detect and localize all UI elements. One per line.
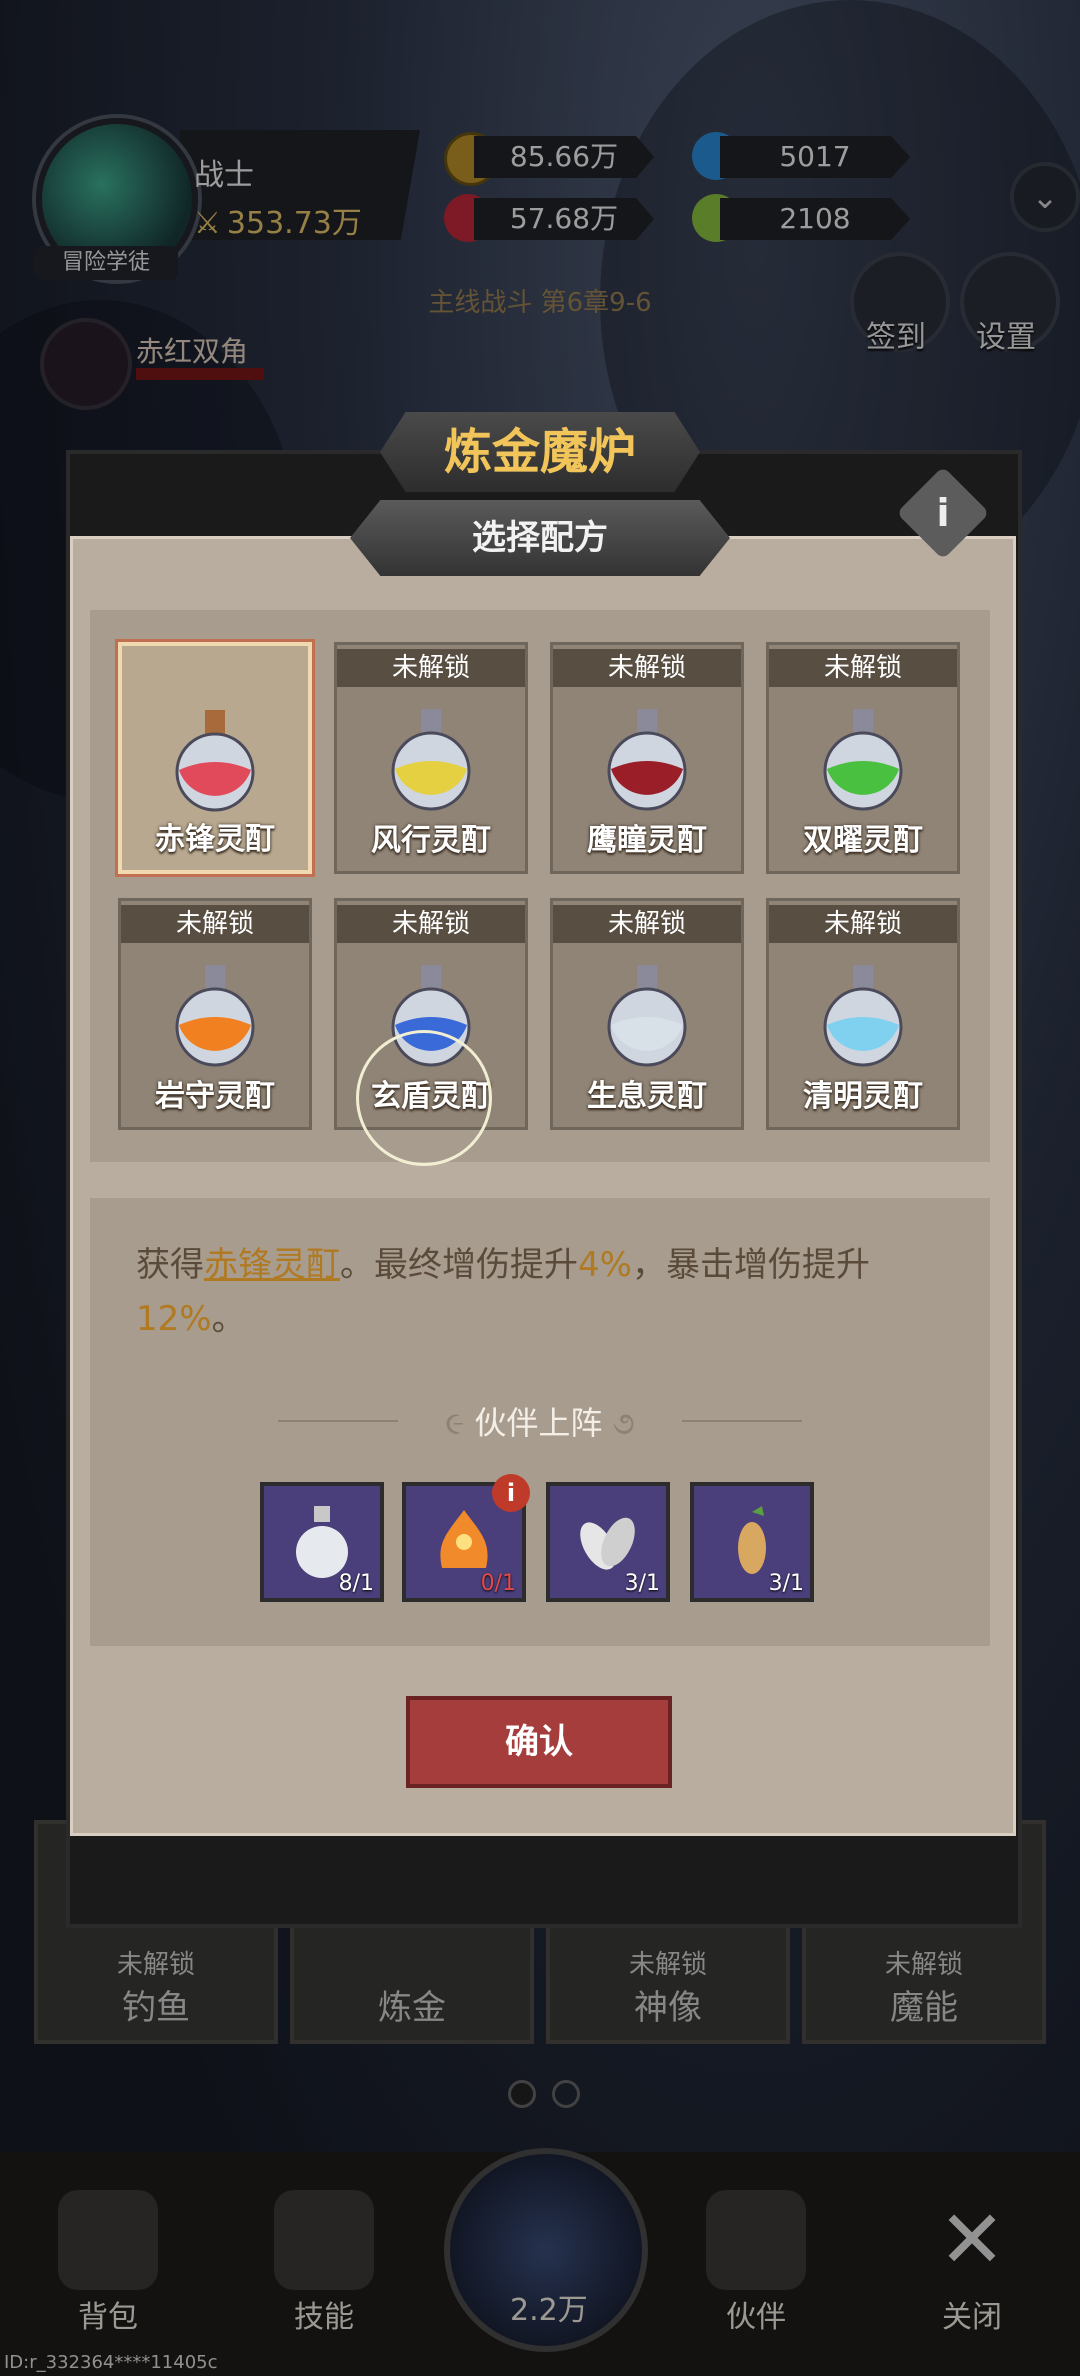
locked-label: 未解锁 — [769, 905, 957, 943]
recipe-name: 生息灵酊 — [587, 1079, 707, 1114]
recipe-name: 鹰瞳灵酊 — [587, 823, 707, 858]
info-button[interactable]: i — [896, 466, 990, 560]
recipe-name: 岩守灵酊 — [155, 1079, 275, 1114]
potion-bottle-icon — [175, 965, 255, 1067]
desc-text: ，暴击增伤提升 — [631, 1245, 870, 1285]
potion-bottle-icon — [391, 709, 471, 811]
recipe-description: 获得赤锋灵酊。最终增伤提升4%，暴击增伤提升 12%。 — [136, 1238, 966, 1346]
leaves-icon — [580, 1517, 635, 1570]
recipe-card[interactable]: 未解锁 岩守灵酊 — [118, 898, 312, 1130]
touch-indicator — [356, 1030, 492, 1166]
confirm-button[interactable]: 确认 — [406, 1696, 672, 1788]
desc-value: 12% — [136, 1299, 212, 1339]
swirl-icon: ૯ — [445, 1404, 475, 1442]
partner-title-text: 伙伴上阵 — [474, 1404, 603, 1442]
material-mandrake-root[interactable]: 3/1 — [690, 1482, 814, 1602]
alert-badge-icon: i — [492, 1474, 530, 1512]
potion-bottle-icon — [823, 709, 903, 811]
modal-title: 炼金魔炉 — [380, 412, 700, 492]
modal-subtitle: 选择配方 — [350, 500, 730, 576]
desc-item-link[interactable]: 赤锋灵酊 — [204, 1245, 340, 1285]
material-count: 3/1 — [624, 1571, 660, 1596]
locked-label: 未解锁 — [337, 905, 525, 943]
recipe-name: 双曜灵酊 — [803, 823, 923, 858]
material-count: 0/1 — [480, 1571, 516, 1596]
locked-label: 未解锁 — [121, 905, 309, 943]
flask-icon — [296, 1506, 348, 1578]
desc-text: 。 — [211, 1299, 246, 1339]
desc-value: 4% — [578, 1245, 632, 1285]
potion-bottle-icon — [607, 965, 687, 1067]
desc-text: 获得 — [136, 1245, 204, 1285]
recipe-card[interactable]: 未解锁 双曜灵酊 — [766, 642, 960, 874]
swirl-icon: ૭ — [602, 1404, 635, 1442]
flame-flower-icon — [440, 1510, 488, 1568]
recipe-card[interactable]: 未解锁 风行灵酊 — [334, 642, 528, 874]
locked-label: 未解锁 — [553, 649, 741, 687]
root-icon — [738, 1506, 766, 1574]
partner-title: ૯ 伙伴上阵 ૭ — [0, 1398, 1080, 1444]
recipe-name: 风行灵酊 — [371, 823, 491, 858]
material-flame-flower[interactable]: 0/1 i — [402, 1474, 530, 1602]
locked-label: 未解锁 — [553, 905, 741, 943]
material-count: 3/1 — [768, 1571, 804, 1596]
recipe-name: 清明灵酊 — [803, 1079, 923, 1114]
potion-bottle-icon — [607, 709, 687, 811]
potion-bottle-icon — [823, 965, 903, 1067]
material-empty-flask[interactable]: 8/1 — [260, 1482, 384, 1602]
recipe-card[interactable]: 未解锁 生息灵酊 — [550, 898, 744, 1130]
desc-text: 。最终增伤提升 — [340, 1245, 578, 1285]
recipe-card[interactable]: 未解锁 清明灵酊 — [766, 898, 960, 1130]
potion-bottle-icon — [175, 710, 255, 812]
recipe-card[interactable]: 赤锋灵酊 — [118, 642, 312, 874]
material-silver-leaves[interactable]: 3/1 — [546, 1482, 670, 1602]
recipe-card[interactable]: 未解锁 鹰瞳灵酊 — [550, 642, 744, 874]
locked-label: 未解锁 — [337, 649, 525, 687]
recipe-name: 赤锋灵酊 — [155, 822, 275, 857]
material-count: 8/1 — [338, 1571, 374, 1596]
info-icon: i — [936, 491, 950, 535]
locked-label: 未解锁 — [769, 649, 957, 687]
